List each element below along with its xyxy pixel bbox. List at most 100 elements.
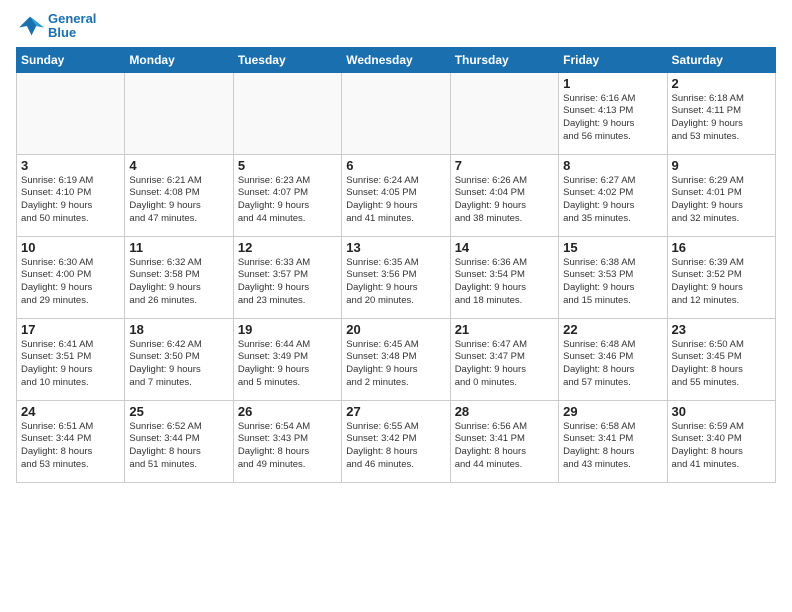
calendar-cell: 17 Sunrise: 6:41 AM Sunset: 3:51 PM Dayli… [17,318,125,400]
day-info: Sunrise: 6:52 AM Sunset: 3:44 PM Dayligh… [129,421,228,472]
day-info: Sunrise: 6:55 AM Sunset: 3:42 PM Dayligh… [346,421,445,472]
day-info: Sunrise: 6:21 AM Sunset: 4:08 PM Dayligh… [129,175,228,226]
day-info: Sunrise: 6:23 AM Sunset: 4:07 PM Dayligh… [238,175,337,226]
calendar-cell: 15Sunrise: 6:38 AM Sunset: 3:53 PM Dayli… [559,236,667,318]
day-number: 29 [563,404,662,419]
day-number: 4 [129,158,228,173]
day-number: 15 [563,240,662,255]
calendar-cell: 8 Sunrise: 6:27 AM Sunset: 4:02 PM Daylig… [559,154,667,236]
day-info: Sunrise: 6:33 AM Sunset: 3:57 PM Dayligh… [238,257,337,308]
day-number: 13 [346,240,445,255]
col-header-thursday: Thursday [450,47,558,72]
day-info: Sunrise: 6:48 AM Sunset: 3:46 PM Dayligh… [563,339,662,390]
day-number: 23 [672,322,771,337]
calendar-cell: 12 Sunrise: 6:33 AM Sunset: 3:57 PM Dayli… [233,236,341,318]
day-info: Sunrise: 6:26 AM Sunset: 4:04 PM Dayligh… [455,175,554,226]
col-header-wednesday: Wednesday [342,47,450,72]
day-info: Sunrise: 6:41 AM Sunset: 3:51 PM Dayligh… [21,339,120,390]
calendar-cell: 30Sunrise: 6:59 AM Sunset: 3:40 PM Dayli… [667,400,775,482]
day-number: 2 [672,76,771,91]
calendar-cell: 18 Sunrise: 6:42 AM Sunset: 3:50 PM Dayli… [125,318,233,400]
header: General Blue [16,12,776,41]
calendar-header-row: SundayMondayTuesdayWednesdayThursdayFrid… [17,47,776,72]
calendar-table: SundayMondayTuesdayWednesdayThursdayFrid… [16,47,776,483]
day-info: Sunrise: 6:44 AM Sunset: 3:49 PM Dayligh… [238,339,337,390]
day-number: 26 [238,404,337,419]
calendar-cell: 3 Sunrise: 6:19 AM Sunset: 4:10 PM Daylig… [17,154,125,236]
day-info: Sunrise: 6:58 AM Sunset: 3:41 PM Dayligh… [563,421,662,472]
calendar-cell: 2Sunrise: 6:18 AM Sunset: 4:11 PM Daylig… [667,72,775,154]
day-info: Sunrise: 6:56 AM Sunset: 3:41 PM Dayligh… [455,421,554,472]
day-info: Sunrise: 6:19 AM Sunset: 4:10 PM Dayligh… [21,175,120,226]
calendar-cell: 24Sunrise: 6:51 AM Sunset: 3:44 PM Dayli… [17,400,125,482]
calendar-cell: 16Sunrise: 6:39 AM Sunset: 3:52 PM Dayli… [667,236,775,318]
day-info: Sunrise: 6:30 AM Sunset: 4:00 PM Dayligh… [21,257,120,308]
calendar-week-row: 3 Sunrise: 6:19 AM Sunset: 4:10 PM Daylig… [17,154,776,236]
col-header-friday: Friday [559,47,667,72]
calendar-week-row: 10 Sunrise: 6:30 AM Sunset: 4:00 PM Dayli… [17,236,776,318]
logo-bird-icon [16,12,44,40]
calendar-cell: 21 Sunrise: 6:47 AM Sunset: 3:47 PM Dayli… [450,318,558,400]
day-number: 18 [129,322,228,337]
day-info: Sunrise: 6:42 AM Sunset: 3:50 PM Dayligh… [129,339,228,390]
day-number: 12 [238,240,337,255]
logo-text: General Blue [48,12,96,41]
day-number: 21 [455,322,554,337]
day-info: Sunrise: 6:29 AM Sunset: 4:01 PM Dayligh… [672,175,771,226]
day-number: 3 [21,158,120,173]
day-number: 16 [672,240,771,255]
calendar-cell: 25Sunrise: 6:52 AM Sunset: 3:44 PM Dayli… [125,400,233,482]
calendar-cell [450,72,558,154]
calendar-cell: 28 Sunrise: 6:56 AM Sunset: 3:41 PM Dayli… [450,400,558,482]
calendar-cell [125,72,233,154]
calendar-cell: 9 Sunrise: 6:29 AM Sunset: 4:01 PM Daylig… [667,154,775,236]
calendar-cell: 7 Sunrise: 6:26 AM Sunset: 4:04 PM Daylig… [450,154,558,236]
day-info: Sunrise: 6:45 AM Sunset: 3:48 PM Dayligh… [346,339,445,390]
day-number: 24 [21,404,120,419]
col-header-tuesday: Tuesday [233,47,341,72]
day-number: 5 [238,158,337,173]
day-info: Sunrise: 6:16 AM Sunset: 4:13 PM Dayligh… [563,93,662,144]
day-number: 20 [346,322,445,337]
day-number: 19 [238,322,337,337]
calendar-cell: 22 Sunrise: 6:48 AM Sunset: 3:46 PM Dayli… [559,318,667,400]
calendar-cell: 20 Sunrise: 6:45 AM Sunset: 3:48 PM Dayli… [342,318,450,400]
day-number: 10 [21,240,120,255]
day-info: Sunrise: 6:47 AM Sunset: 3:47 PM Dayligh… [455,339,554,390]
calendar-cell [233,72,341,154]
calendar-cell: 19 Sunrise: 6:44 AM Sunset: 3:49 PM Dayli… [233,318,341,400]
day-number: 11 [129,240,228,255]
day-number: 28 [455,404,554,419]
calendar-cell: 10 Sunrise: 6:30 AM Sunset: 4:00 PM Dayli… [17,236,125,318]
day-number: 1 [563,76,662,91]
day-number: 8 [563,158,662,173]
page: General Blue SundayMondayTuesdayWednesda… [0,0,792,612]
day-number: 14 [455,240,554,255]
day-number: 22 [563,322,662,337]
calendar-cell: 11 Sunrise: 6:32 AM Sunset: 3:58 PM Dayli… [125,236,233,318]
day-info: Sunrise: 6:35 AM Sunset: 3:56 PM Dayligh… [346,257,445,308]
calendar-cell: 13 Sunrise: 6:35 AM Sunset: 3:56 PM Dayli… [342,236,450,318]
day-number: 30 [672,404,771,419]
day-info: Sunrise: 6:32 AM Sunset: 3:58 PM Dayligh… [129,257,228,308]
logo: General Blue [16,12,96,41]
calendar-cell: 26 Sunrise: 6:54 AM Sunset: 3:43 PM Dayli… [233,400,341,482]
calendar-week-row: 17 Sunrise: 6:41 AM Sunset: 3:51 PM Dayli… [17,318,776,400]
day-number: 27 [346,404,445,419]
calendar-cell: 27 Sunrise: 6:55 AM Sunset: 3:42 PM Dayli… [342,400,450,482]
day-number: 9 [672,158,771,173]
calendar-cell: 14 Sunrise: 6:36 AM Sunset: 3:54 PM Dayli… [450,236,558,318]
calendar-cell: 23Sunrise: 6:50 AM Sunset: 3:45 PM Dayli… [667,318,775,400]
day-number: 6 [346,158,445,173]
day-info: Sunrise: 6:27 AM Sunset: 4:02 PM Dayligh… [563,175,662,226]
calendar-cell: 4 Sunrise: 6:21 AM Sunset: 4:08 PM Daylig… [125,154,233,236]
day-info: Sunrise: 6:54 AM Sunset: 3:43 PM Dayligh… [238,421,337,472]
day-number: 17 [21,322,120,337]
col-header-saturday: Saturday [667,47,775,72]
calendar-week-row: 1 Sunrise: 6:16 AM Sunset: 4:13 PM Daylig… [17,72,776,154]
col-header-monday: Monday [125,47,233,72]
day-info: Sunrise: 6:36 AM Sunset: 3:54 PM Dayligh… [455,257,554,308]
day-number: 7 [455,158,554,173]
col-header-sunday: Sunday [17,47,125,72]
calendar-cell: 6Sunrise: 6:24 AM Sunset: 4:05 PM Daylig… [342,154,450,236]
